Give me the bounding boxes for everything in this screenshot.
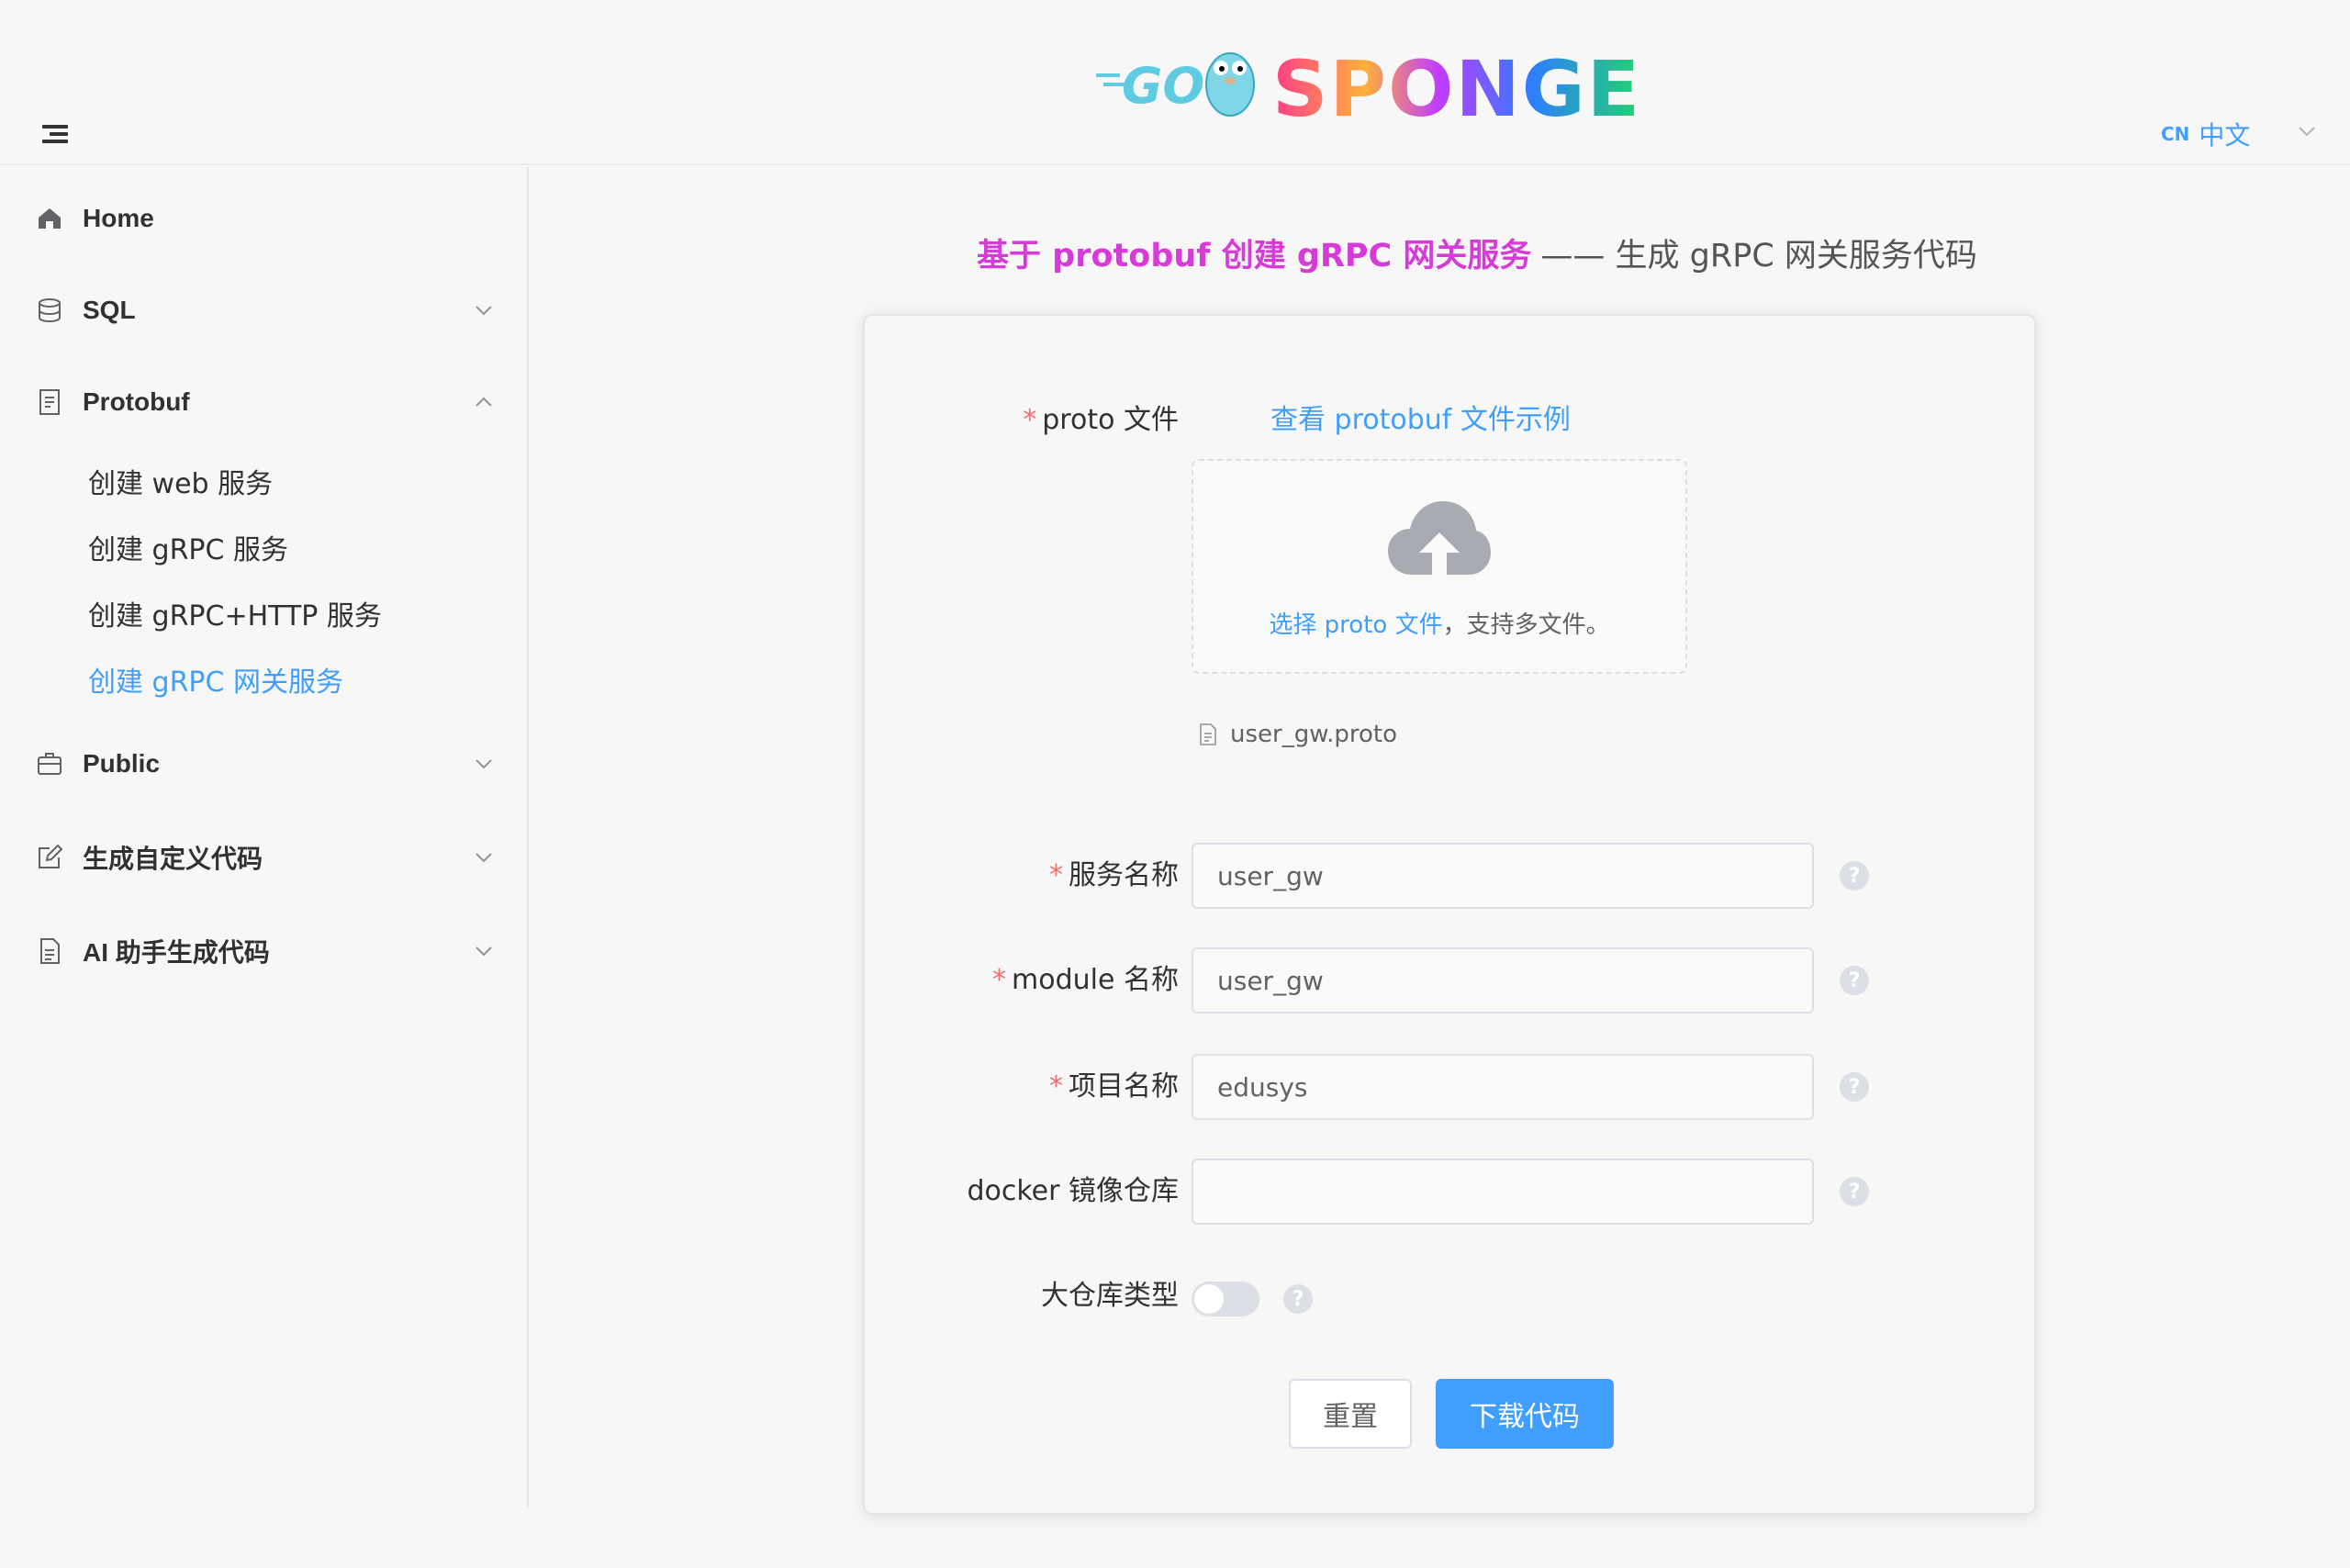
service-name-label-text: 服务名称: [1069, 859, 1179, 891]
document-icon: [40, 938, 60, 964]
chevron-down-icon[interactable]: [2297, 121, 2317, 141]
sidebar: Home SQL Protobuf 创建 web 服务 创建 gRPC 服务 创…: [0, 167, 529, 1507]
uploaded-file-item[interactable]: user_gw.proto: [1199, 716, 1397, 753]
module-name-label-text: module 名称: [1012, 964, 1179, 996]
sidebar-item-public[interactable]: Public: [0, 727, 527, 801]
sidebar-item-ai-assistant[interactable]: AI 助手生成代码: [0, 914, 527, 988]
monorepo-switch[interactable]: [1192, 1282, 1259, 1316]
sidebar-subitem-label: 创建 gRPC 网关服务: [88, 666, 343, 699]
svg-text:SPONGE: SPONGE: [1272, 44, 1641, 129]
sidebar-item-protobuf[interactable]: Protobuf: [0, 365, 527, 439]
chevron-down-icon: [476, 306, 492, 316]
sidebar-subitem-grpc-http[interactable]: 创建 gRPC+HTTP 服务: [0, 582, 527, 644]
form-card: * proto 文件 查看 protobuf 文件示例 选择 proto 文件，支…: [863, 314, 2036, 1515]
sidebar-item-label: Public: [83, 749, 161, 778]
sidebar-item-label: Home: [83, 204, 154, 232]
sidebar-subitem-grpc[interactable]: 创建 gRPC 服务: [0, 516, 527, 578]
menu-toggle-icon[interactable]: [42, 125, 68, 147]
briefcase-icon: [38, 753, 62, 775]
sidebar-subitem-web[interactable]: 创建 web 服务: [0, 450, 527, 512]
help-icon[interactable]: ?: [1840, 861, 1869, 890]
file-icon: [1200, 723, 1216, 745]
help-icon[interactable]: ?: [1840, 966, 1869, 995]
sidebar-item-label: SQL: [83, 296, 136, 324]
proto-example-link[interactable]: 查看 protobuf 文件示例: [1270, 397, 1571, 437]
sidebar-item-home[interactable]: Home: [0, 182, 527, 255]
upload-hint: 选择 proto 文件，支持多文件。: [1193, 606, 1685, 640]
sidebar-item-custom-code[interactable]: 生成自定义代码: [0, 821, 527, 894]
upload-hint-link[interactable]: 选择 proto 文件: [1269, 611, 1442, 639]
docker-registry-input[interactable]: [1192, 1159, 1814, 1225]
reset-button[interactable]: 重置: [1289, 1379, 1412, 1449]
required-mark: *: [1049, 859, 1063, 891]
help-icon[interactable]: ?: [1840, 1177, 1869, 1206]
required-mark: *: [992, 964, 1007, 996]
help-icon[interactable]: ?: [1840, 1072, 1869, 1102]
app-header: GO SPONGE CN 中文: [0, 0, 2350, 165]
page-title: 基于 protobuf 创建 gRPC 网关服务 —— 生成 gRPC 网关服务…: [977, 228, 1977, 277]
language-switch[interactable]: CN 中文: [2161, 116, 2250, 152]
sidebar-item-label: 生成自定义代码: [83, 845, 263, 873]
chevron-down-icon: [476, 946, 492, 957]
document-icon: [39, 389, 60, 415]
help-icon[interactable]: ?: [1283, 1284, 1313, 1314]
docker-registry-label: docker 镜像仓库: [967, 1175, 1179, 1207]
sidebar-subitem-label: 创建 gRPC+HTTP 服务: [88, 600, 382, 633]
required-mark: *: [1023, 404, 1037, 436]
cloud-upload-icon: [1388, 501, 1491, 575]
sidebar-subitem-label: 创建 web 服务: [88, 468, 274, 500]
proto-file-label-text: proto 文件: [1042, 404, 1179, 436]
home-icon: [39, 208, 61, 229]
service-name-input[interactable]: user_gw: [1192, 843, 1814, 909]
sidebar-item-label: AI 助手生成代码: [83, 938, 270, 967]
required-mark: *: [1049, 1070, 1063, 1103]
module-name-input[interactable]: user_gw: [1192, 947, 1814, 1014]
service-name-label: * 服务名称: [1049, 852, 1179, 892]
sidebar-item-label: Protobuf: [83, 387, 190, 416]
proto-file-label: * proto 文件: [1023, 397, 1179, 437]
svg-text:GO: GO: [1122, 57, 1204, 115]
page-title-accent: 基于 protobuf 创建 gRPC 网关服务: [977, 237, 1532, 274]
chevron-down-icon: [476, 853, 492, 863]
upload-hint-text: ，支持多文件。: [1442, 611, 1610, 639]
database-icon: [39, 298, 61, 323]
sidebar-subitem-grpc-gateway[interactable]: 创建 gRPC 网关服务: [0, 648, 527, 711]
go-sponge-logo[interactable]: GO SPONGE: [1092, 40, 1671, 129]
language-label: 中文: [2199, 120, 2251, 151]
monorepo-label: 大仓库类型: [1041, 1280, 1179, 1312]
chevron-down-icon: [476, 759, 492, 769]
sidebar-item-sql[interactable]: SQL: [0, 274, 527, 347]
proto-upload-dropzone[interactable]: 选择 proto 文件，支持多文件。: [1192, 459, 1687, 674]
project-name-label-text: 项目名称: [1069, 1070, 1179, 1103]
page-title-subtitle: —— 生成 gRPC 网关服务代码: [1540, 237, 1977, 274]
chevron-up-icon: [476, 397, 492, 407]
project-name-label: * 项目名称: [1049, 1063, 1179, 1103]
language-code: CN: [2161, 123, 2190, 145]
edit-icon: [39, 844, 63, 868]
uploaded-file-name: user_gw.proto: [1230, 721, 1397, 748]
sidebar-subitem-label: 创建 gRPC 服务: [88, 534, 288, 566]
module-name-label: * module 名称: [992, 957, 1179, 997]
switch-knob: [1194, 1284, 1224, 1314]
download-code-button[interactable]: 下载代码: [1436, 1379, 1614, 1449]
project-name-input[interactable]: edusys: [1192, 1054, 1814, 1120]
